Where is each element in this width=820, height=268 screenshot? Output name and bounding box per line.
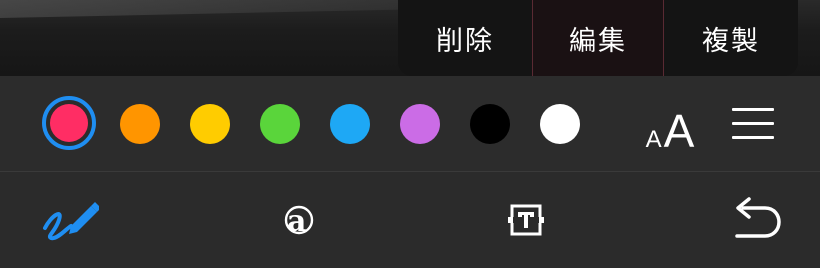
font-style-icon[interactable]: a bbox=[272, 196, 320, 244]
color-swatch-white[interactable] bbox=[540, 104, 580, 144]
color-swatch-green[interactable] bbox=[260, 104, 300, 144]
color-swatch-blue[interactable] bbox=[330, 104, 370, 144]
edit-menu-item[interactable]: 編集 bbox=[532, 0, 664, 76]
text-box-icon[interactable] bbox=[502, 196, 550, 244]
color-toolbar: A A bbox=[0, 76, 820, 171]
font-size-button[interactable]: A A bbox=[640, 96, 700, 157]
line-weight-icon[interactable] bbox=[732, 106, 774, 142]
annotation-editor: 削除 編集 複製 A A a bbox=[0, 0, 820, 268]
delete-menu-item[interactable]: 削除 bbox=[398, 0, 532, 76]
undo-icon[interactable] bbox=[728, 196, 784, 244]
color-swatch-purple[interactable] bbox=[400, 104, 440, 144]
small-a-glyph: A bbox=[645, 126, 662, 153]
duplicate-menu-item[interactable]: 複製 bbox=[664, 0, 798, 76]
color-swatch-orange[interactable] bbox=[120, 104, 160, 144]
tool-bar: a bbox=[0, 172, 820, 268]
color-swatch-pink[interactable] bbox=[42, 96, 96, 150]
pen-icon[interactable] bbox=[40, 196, 100, 244]
large-a-glyph: A bbox=[663, 105, 695, 157]
svg-text:a: a bbox=[287, 204, 306, 239]
color-swatch-yellow[interactable] bbox=[190, 104, 230, 144]
context-menu: 削除 編集 複製 bbox=[398, 0, 798, 76]
color-swatch-black[interactable] bbox=[470, 104, 510, 144]
